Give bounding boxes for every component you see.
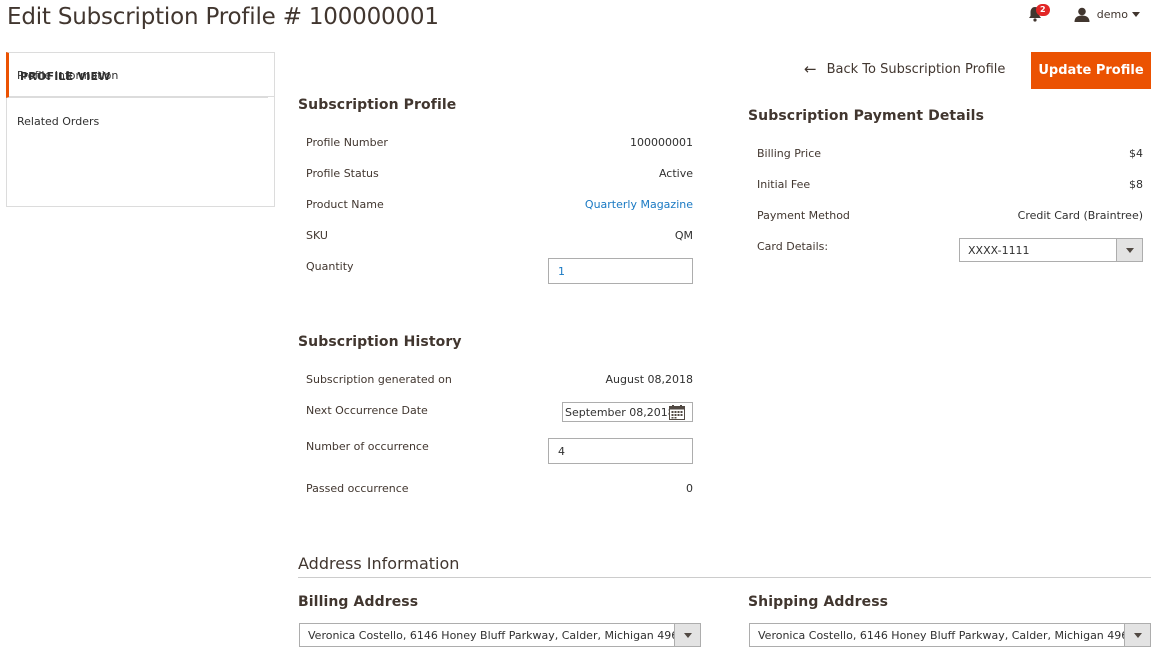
quantity-label: Quantity — [306, 260, 354, 273]
card-details-label: Card Details: — [757, 240, 829, 253]
billing-address-select[interactable]: Veronica Costello, 6146 Honey Bluff Park… — [299, 623, 701, 647]
payment-method-label: Payment Method — [757, 209, 850, 222]
user-name: demo — [1096, 7, 1128, 21]
card-details-select[interactable]: XXXX-1111 — [959, 238, 1143, 262]
profile-number-label: Profile Number — [306, 136, 388, 149]
sidebar-item-label: Related Orders — [17, 114, 100, 128]
generated-on-value: August 08,2018 — [605, 373, 693, 386]
shipping-address-value: Veronica Costello, 6146 Honey Bluff Park… — [758, 629, 1150, 642]
billing-address-value: Veronica Costello, 6146 Honey Bluff Park… — [308, 629, 700, 642]
subscription-history-title: Subscription History — [298, 334, 462, 350]
product-name-link[interactable]: Quarterly Magazine — [585, 198, 693, 211]
header-actions: 2 demo — [1028, 4, 1140, 22]
payment-details-title: Subscription Payment Details — [748, 108, 985, 124]
billing-address-title: Billing Address — [298, 594, 419, 610]
billing-price-label: Billing Price — [757, 147, 822, 160]
billing-price-value: $4 — [1129, 147, 1143, 160]
passed-occurrence-label: Passed occurrence — [306, 482, 409, 495]
shipping-address-select[interactable]: Veronica Costello, 6146 Honey Bluff Park… — [749, 623, 1151, 647]
profile-number-value: 100000001 — [630, 136, 693, 149]
profile-status-label: Profile Status — [306, 167, 379, 180]
back-button[interactable]: ← Back To Subscription Profile — [804, 60, 1006, 78]
sidebar-item-label: Profile Information — [17, 68, 119, 82]
product-name-label: Product Name — [306, 198, 384, 211]
profile-status-value: Active — [658, 167, 693, 180]
next-occurrence-label: Next Occurrence Date — [306, 404, 428, 417]
shipping-address-title: Shipping Address — [748, 594, 889, 610]
initial-fee-value: $8 — [1129, 178, 1143, 191]
card-details-value: XXXX-1111 — [968, 244, 1030, 257]
payment-method-value: Credit Card (Braintree) — [1017, 209, 1143, 222]
passed-occurrence-value: 0 — [686, 482, 693, 495]
sku-value: QM — [674, 229, 693, 242]
calendar-icon[interactable] — [669, 405, 685, 420]
sidebar-item-related-orders[interactable]: Related Orders — [6, 98, 268, 144]
chevron-down-icon — [1124, 624, 1150, 646]
number-of-occurrence-label: Number of occurrence — [306, 440, 429, 453]
update-profile-button[interactable]: Update Profile — [1031, 52, 1151, 89]
chevron-down-icon — [674, 624, 700, 646]
initial-fee-label: Initial Fee — [757, 178, 811, 191]
subscription-profile-title: Subscription Profile — [298, 97, 457, 113]
divider — [298, 577, 1151, 578]
sku-label: SKU — [306, 229, 328, 242]
chevron-down-icon — [1116, 239, 1142, 261]
sidebar-item-profile-information[interactable]: Profile Information — [6, 52, 268, 98]
notification-badge: 2 — [1035, 4, 1050, 16]
address-information-title: Address Information — [298, 554, 460, 573]
arrow-left-icon: ← — [804, 60, 817, 78]
notifications-button[interactable]: 2 — [1028, 4, 1050, 22]
user-menu[interactable]: demo — [1074, 7, 1140, 22]
page-title: Edit Subscription Profile # 100000001 — [7, 4, 439, 30]
number-of-occurrence-input[interactable]: 4 — [548, 438, 693, 464]
quantity-input[interactable]: 1 — [548, 258, 693, 284]
user-icon — [1074, 7, 1090, 22]
back-label: Back To Subscription Profile — [826, 62, 1006, 77]
chevron-down-icon — [1132, 11, 1140, 17]
generated-on-label: Subscription generated on — [306, 373, 452, 386]
